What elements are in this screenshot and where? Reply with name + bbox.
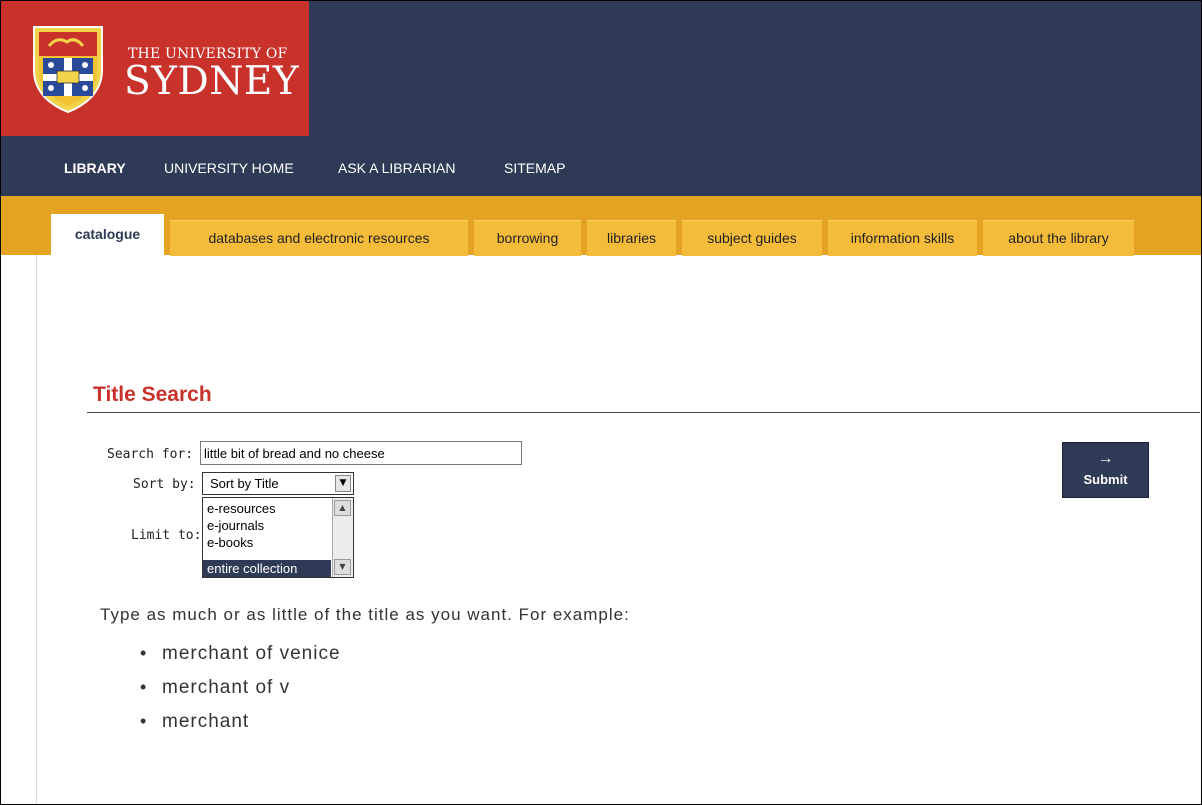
university-crest-icon [33,26,103,114]
scroll-up-icon[interactable]: ▲ [334,500,351,516]
tab-about-the-library[interactable]: about the library [983,220,1134,256]
example-list: merchant of venice merchant of v merchan… [140,643,341,745]
tab-subject-guides[interactable]: subject guides [682,220,822,256]
list-item: merchant [140,711,341,745]
arrow-right-icon: → [1097,450,1114,467]
logo-line-2: SYDNEY [124,59,300,104]
nav-university-home[interactable]: UNIVERSITY HOME [164,160,294,176]
list-item: merchant of venice [140,643,341,677]
nav-library[interactable]: LIBRARY [64,160,126,176]
tab-information-skills[interactable]: information skills [828,220,977,256]
nav-sitemap[interactable]: SITEMAP [504,160,565,176]
limit-option-entire-collection[interactable]: entire collection [203,560,331,577]
limit-option-e-resources[interactable]: e-resources [203,500,331,517]
list-item: merchant of v [140,677,341,711]
scroll-down-icon[interactable]: ▼ [334,559,351,575]
university-logo[interactable]: THE UNIVERSITY OF SYDNEY [1,1,309,136]
submit-button[interactable]: → Submit [1062,442,1149,498]
tab-catalogue[interactable]: catalogue [51,214,164,255]
limit-to-label: Limit to: [131,528,202,543]
listbox-scrollbar[interactable]: ▲ ▼ [332,498,353,577]
submit-label: Submit [1083,472,1128,487]
limit-to-listbox[interactable]: e-resources e-journals e-books entire co… [202,497,354,578]
search-input[interactable] [200,441,522,465]
tab-libraries[interactable]: libraries [587,220,676,256]
search-for-label: Search for: [107,447,194,462]
limit-option-e-books[interactable]: e-books [203,534,331,551]
tab-borrowing[interactable]: borrowing [474,220,581,256]
top-navigation: LIBRARY UNIVERSITY HOME ASK A LIBRARIAN … [1,136,1201,196]
limit-option-e-journals[interactable]: e-journals [203,517,331,534]
page-title: Title Search [93,383,212,406]
content-left-border [36,255,37,803]
chevron-down-icon[interactable]: ▼ [335,475,351,492]
nav-ask-a-librarian[interactable]: ASK A LIBRARIAN [338,160,456,176]
sort-by-value: Sort by Title [210,476,279,491]
title-divider [87,412,1200,413]
sort-by-select[interactable]: Sort by Title ▼ [202,472,354,495]
search-hint: Type as much or as little of the title a… [100,605,630,624]
sort-by-label: Sort by: [133,477,196,492]
tab-databases[interactable]: databases and electronic resources [170,220,468,256]
